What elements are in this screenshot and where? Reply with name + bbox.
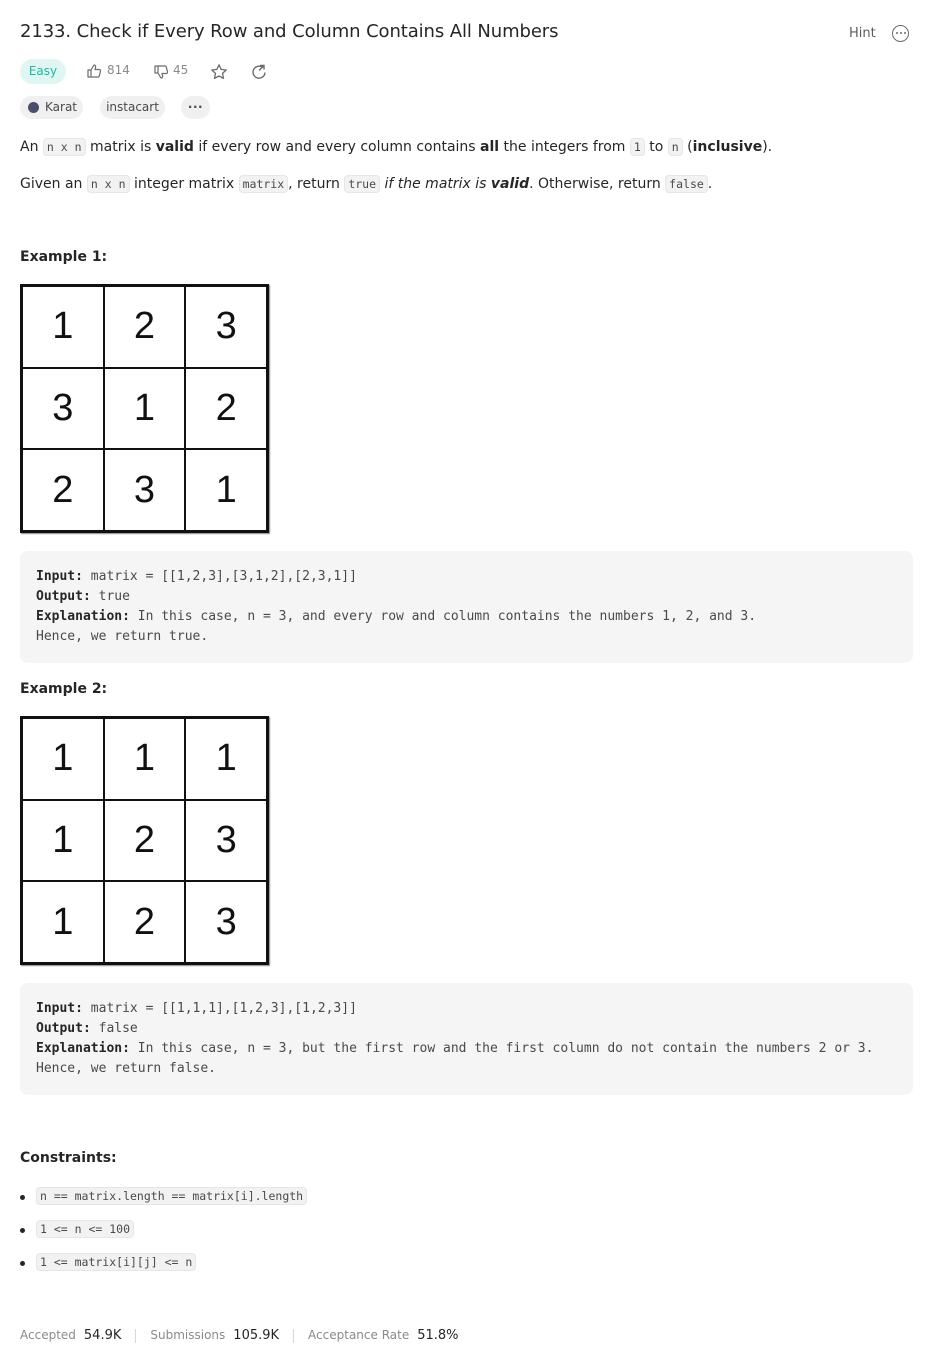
example-matrix-image: 1 1 1 1 2 3 1 2 3 [20,716,269,965]
bullet-icon [20,1228,25,1233]
example-title: Example 1: [20,249,108,265]
company-tag-label: instacart [106,100,159,114]
matrix-cell: 2 [103,286,186,368]
accepted-label: Accepted [20,1328,76,1342]
bullet-icon [20,1261,25,1266]
matrix-cell: 1 [103,718,186,800]
example-matrix-image: 1 2 3 3 1 2 2 3 1 [20,284,269,533]
constraint-code: n == matrix.length == matrix[i].length [36,1187,308,1205]
company-tag[interactable]: instacart [100,96,165,119]
matrix-cell: 1 [22,286,104,368]
matrix-cell: 1 [103,367,186,450]
matrix-cell: 1 [22,881,104,963]
matrix-cell: 3 [103,449,186,531]
example-title: Example 2: [20,681,108,697]
dislike-count: 45 [173,63,189,77]
company-tag[interactable]: Karat [20,96,83,119]
constraint-code: 1 <= n <= 100 [36,1220,135,1238]
example-code-block: Input: matrix = [[1,1,1],[1,2,3],[1,2,3]… [20,983,913,1095]
matrix-cell: 2 [185,367,267,450]
submissions-label: Submissions [150,1328,226,1342]
company-tag-label: Karat [45,100,78,114]
submission-stats: Accepted 54.9K Submissions 105.9K Acceptance… [20,1328,459,1343]
more-circle-icon[interactable] [892,25,909,42]
karat-logo-icon [28,102,39,113]
thumbs-up-icon[interactable] [86,63,102,79]
description-paragraph: Given an n x n integer matrix matrix, re… [20,175,713,193]
description-paragraph: An n x n matrix is valid if every row an… [20,138,773,156]
like-count: 814 [107,63,130,77]
example-code-block: Input: matrix = [[1,2,3],[3,1,2],[2,3,1]… [20,551,913,663]
acceptance-rate-label: Acceptance Rate [308,1328,410,1342]
submissions-value: 105.9K [233,1328,280,1343]
matrix-cell: 2 [103,881,186,963]
matrix-cell: 1 [185,718,267,800]
problem-title: 2133. Check if Every Row and Column Cont… [20,21,559,42]
matrix-cell: 2 [103,799,186,882]
divider [293,1328,295,1343]
matrix-cell: 3 [185,286,267,368]
matrix-cell: 1 [185,449,267,531]
constraints-title: Constraints: [20,1150,117,1166]
star-icon[interactable] [210,63,228,81]
hint-button[interactable]: Hint [849,26,876,41]
matrix-cell: 3 [185,881,267,963]
acceptance-rate-value: 51.8% [417,1328,459,1343]
more-tags-button[interactable]: ··· [181,96,210,119]
constraint-code: 1 <= matrix[i][j] <= n [36,1253,197,1271]
divider [135,1328,137,1343]
matrix-cell: 2 [22,449,104,531]
matrix-cell: 1 [22,799,104,882]
difficulty-badge: Easy [20,59,66,84]
share-icon[interactable] [250,63,268,81]
matrix-cell: 3 [22,367,104,450]
thumbs-down-icon[interactable] [153,64,169,80]
bullet-icon [20,1195,25,1200]
matrix-cell: 3 [185,799,267,882]
matrix-cell: 1 [22,718,104,800]
accepted-value: 54.9K [83,1328,122,1343]
